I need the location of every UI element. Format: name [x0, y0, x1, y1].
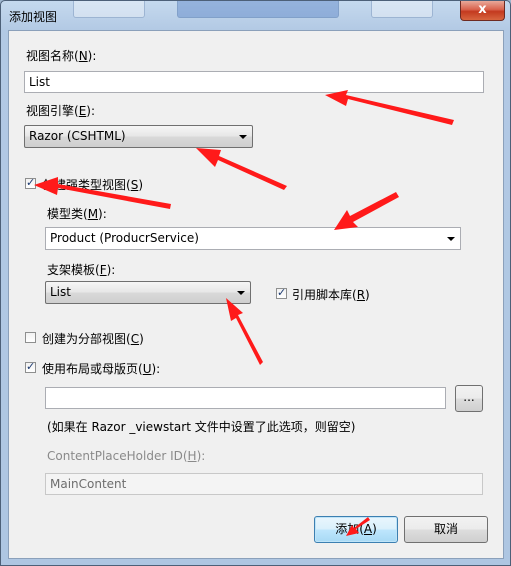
access-key: A — [363, 522, 373, 536]
scaffold-label: 支架模板(F): — [47, 261, 115, 278]
background-window-tab — [177, 1, 339, 18]
label-suffix: ) — [138, 178, 143, 192]
model-class-select[interactable]: Product (ProducrService) — [45, 227, 461, 250]
label-text: 创建为分部视图( — [42, 332, 131, 346]
checkmark-icon: ✓ — [277, 286, 287, 299]
partial-view-checkbox[interactable] — [25, 332, 36, 343]
label-suffix: ) — [139, 332, 144, 346]
chevron-down-icon — [237, 291, 245, 295]
view-name-input[interactable]: List — [24, 71, 484, 93]
strong-type-checkbox[interactable]: ✓ — [25, 176, 36, 189]
layout-page-label[interactable]: 使用布局或母版页(U): — [42, 360, 160, 377]
label-suffix: ): — [86, 104, 96, 118]
placeholder-id-value: MainContent — [50, 477, 127, 491]
title-bar[interactable]: 添加视图 x — [1, 1, 510, 31]
script-libs-checkbox[interactable]: ✓ — [276, 286, 287, 299]
label-text: 引用脚本库( — [292, 288, 357, 302]
layout-hint-text: (如果在 Razor _viewstart 文件中设置了此选项，则留空) — [47, 420, 356, 434]
checkmark-icon: ✓ — [26, 360, 36, 373]
access-key: R — [356, 288, 366, 302]
access-key: H — [187, 449, 197, 463]
checkmark-icon: ✓ — [26, 176, 36, 189]
close-icon: x — [478, 2, 487, 17]
background-window-tab — [73, 1, 145, 18]
placeholder-id-input: MainContent — [45, 473, 483, 495]
label-text: ContentPlaceHolder ID( — [47, 449, 188, 463]
ellipsis-icon: ... — [463, 390, 475, 404]
label-text: 创建强类型视图( — [42, 178, 131, 192]
script-libs-label[interactable]: 引用脚本库(R) — [292, 286, 370, 303]
model-class-label: 模型类(M): — [47, 205, 107, 222]
scaffold-value: List — [50, 285, 71, 299]
scaffold-select[interactable]: List — [45, 281, 251, 304]
placeholder-id-label: ContentPlaceHolder ID(H): — [47, 449, 205, 463]
label-suffix: ): — [151, 362, 161, 376]
layout-page-checkbox[interactable]: ✓ — [25, 360, 36, 373]
dialog-window: 添加视图 x 视图名称(N): List 视图引擎(E): Razor (CSH… — [0, 0, 511, 566]
label-text: 支架模板( — [47, 263, 100, 277]
label-suffix: ): — [98, 207, 107, 221]
window-title: 添加视图 — [9, 10, 58, 24]
add-button[interactable]: 添加(A) — [314, 516, 398, 543]
partial-view-label[interactable]: 创建为分部视图(C) — [42, 330, 144, 347]
view-engine-label: 视图引擎(E): — [26, 102, 95, 119]
label-text: 视图引擎( — [26, 104, 79, 118]
close-button[interactable]: x — [460, 1, 505, 21]
chevron-down-icon — [239, 135, 247, 139]
strong-type-label[interactable]: 创建强类型视图(S) — [42, 176, 143, 193]
label-text: 取消 — [433, 522, 458, 536]
label-suffix: ): — [87, 49, 97, 63]
access-key: M — [87, 207, 99, 221]
layout-page-input[interactable] — [45, 387, 446, 409]
label-suffix: ): — [196, 449, 206, 463]
background-window-tab — [371, 1, 433, 18]
view-engine-value: Razor (CSHTML) — [29, 129, 126, 143]
model-class-value: Product (ProducrService) — [50, 231, 199, 245]
label-suffix: ) — [365, 288, 370, 302]
label-text: 视图名称( — [26, 49, 79, 63]
cancel-button[interactable]: 取消 — [404, 516, 488, 543]
label-text: 模型类( — [47, 207, 88, 221]
access-key: F — [99, 263, 107, 277]
access-key: N — [78, 49, 88, 63]
label-text: 添加( — [335, 522, 364, 536]
access-key: C — [130, 332, 140, 346]
label-text: 使用布局或母版页( — [42, 362, 143, 376]
browse-button[interactable]: ... — [455, 385, 483, 412]
view-name-value: List — [29, 75, 50, 89]
label-suffix: ) — [372, 522, 377, 536]
view-name-label: 视图名称(N): — [26, 47, 96, 64]
chevron-down-icon — [447, 237, 455, 241]
view-engine-select[interactable]: Razor (CSHTML) — [24, 125, 253, 148]
label-suffix: ): — [106, 263, 116, 277]
dialog-body: 视图名称(N): List 视图引擎(E): Razor (CSHTML) ✓ … — [8, 30, 504, 559]
